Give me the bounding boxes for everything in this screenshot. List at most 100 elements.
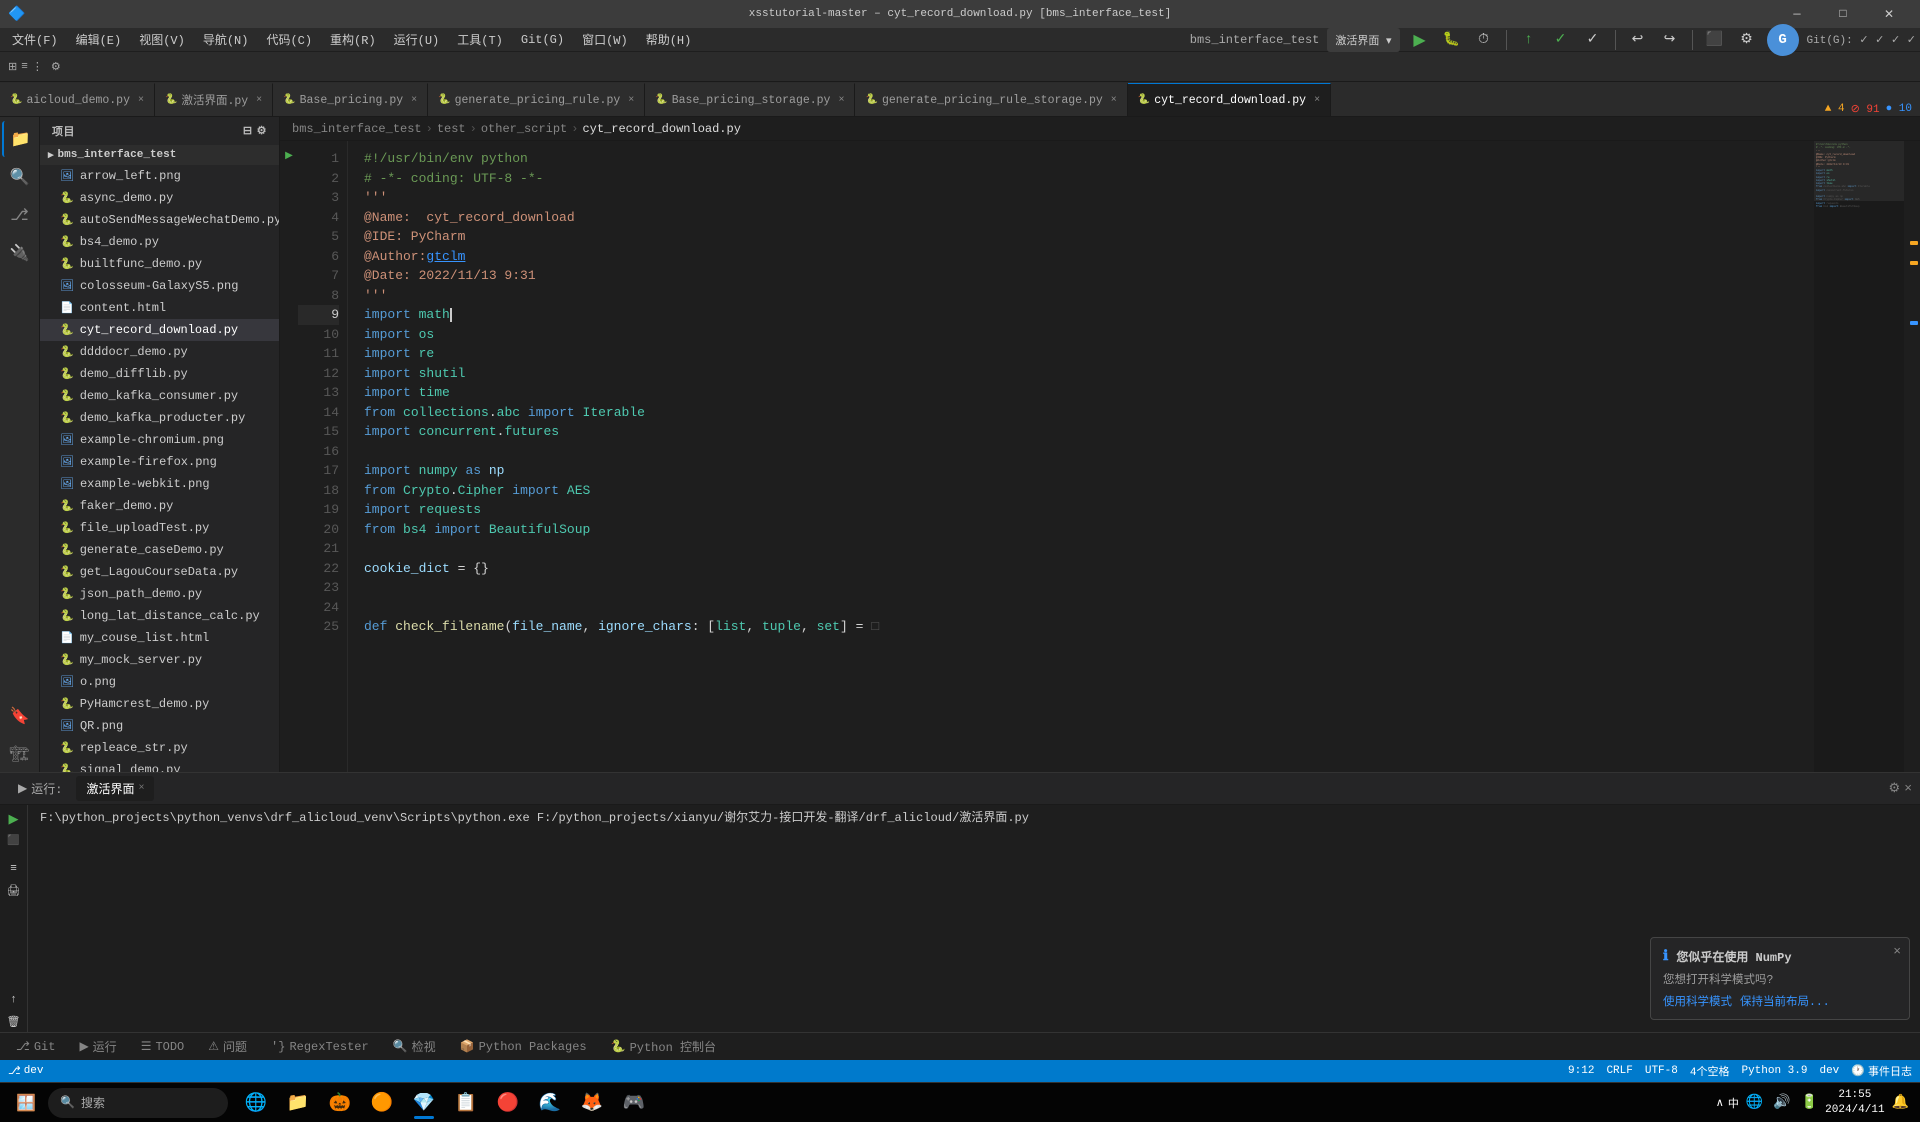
- tab-gen-pricing[interactable]: 🐍 generate_pricing_rule.py ×: [428, 83, 645, 116]
- git-update-btn[interactable]: ↑: [1517, 28, 1541, 52]
- taskbar-app-6[interactable]: 🌊: [530, 1085, 570, 1121]
- debug-btn[interactable]: 🐛: [1440, 28, 1464, 52]
- bottom-tab-console[interactable]: 🐍 Python 控制台: [603, 1035, 724, 1058]
- run-scroll-btn[interactable]: ≡: [4, 859, 24, 879]
- tab-close-jihuojie[interactable]: ×: [256, 95, 262, 106]
- bottom-tab-run[interactable]: ▶ 运行: [71, 1035, 124, 1058]
- menu-edit[interactable]: 编辑(E): [68, 29, 130, 50]
- file-qr[interactable]: 🖼 QR.png: [40, 715, 279, 737]
- run-down-btn[interactable]: 🗑: [4, 1012, 24, 1032]
- file-my-couse[interactable]: 📄 my_couse_list.html: [40, 627, 279, 649]
- file-my-mock[interactable]: 🐍 my_mock_server.py: [40, 649, 279, 671]
- charset-status[interactable]: UTF-8: [1645, 1065, 1678, 1077]
- git-branch-status[interactable]: ⎇ dev: [8, 1064, 44, 1078]
- breadcrumb-folder1[interactable]: test: [437, 122, 466, 136]
- panel-settings-icon[interactable]: ⚙: [1889, 781, 1901, 796]
- git-push-btn[interactable]: ✓: [1549, 28, 1573, 52]
- run-print-btn[interactable]: 🖨: [4, 881, 24, 901]
- git-commit-btn[interactable]: ✓: [1581, 28, 1605, 52]
- breadcrumb-project[interactable]: bms_interface_test: [292, 122, 422, 136]
- file-example-webkit[interactable]: 🖼 example-webkit.png: [40, 473, 279, 495]
- volume-icon[interactable]: 🔊: [1770, 1094, 1793, 1111]
- menu-help[interactable]: 帮助(H): [638, 29, 700, 50]
- notif-link-scientific[interactable]: 使用科学模式: [1663, 993, 1732, 1009]
- file-get-lagou[interactable]: 🐍 get_LagouCourseData.py: [40, 561, 279, 583]
- run-up-btn[interactable]: ↑: [4, 990, 24, 1010]
- undo-btn[interactable]: ↩: [1626, 28, 1650, 52]
- file-example-firefox[interactable]: 🖼 example-firefox.png: [40, 451, 279, 473]
- tab-gen-storage[interactable]: 🐍 generate_pricing_rule_storage.py ×: [855, 83, 1127, 116]
- taskbar-app-4[interactable]: 📋: [446, 1085, 486, 1121]
- file-async-demo[interactable]: 🐍 async_demo.py: [40, 187, 279, 209]
- network-icon[interactable]: 🌐: [1743, 1094, 1766, 1111]
- line-col-status[interactable]: 9:12: [1568, 1065, 1594, 1077]
- file-signal-demo[interactable]: 🐍 signal_demo.py: [40, 759, 279, 772]
- file-repleace-str[interactable]: 🐍 repleace_str.py: [40, 737, 279, 759]
- menu-run[interactable]: 运行(U): [386, 29, 448, 50]
- file-faker-demo[interactable]: 🐍 faker_demo.py: [40, 495, 279, 517]
- tab-base-storage[interactable]: 🐍 Base_pricing_storage.py ×: [645, 83, 855, 116]
- env-status[interactable]: dev: [1819, 1065, 1839, 1077]
- bottom-tab-inspect[interactable]: 🔍 检视: [385, 1035, 444, 1058]
- file-content-html[interactable]: 📄 content.html: [40, 297, 279, 319]
- menu-window[interactable]: 窗口(W): [574, 29, 636, 50]
- notification-close-button[interactable]: ×: [1893, 944, 1901, 959]
- file-example-chromium[interactable]: 🖼 example-chromium.png: [40, 429, 279, 451]
- menu-tools[interactable]: 工具(T): [449, 29, 511, 50]
- taskbar-app-browser[interactable]: 🌐: [236, 1085, 276, 1121]
- taskbar-search[interactable]: 🔍 搜索: [48, 1088, 228, 1118]
- file-colosseum[interactable]: 🖼 colosseum-GalaxyS5.png: [40, 275, 279, 297]
- explorer-settings-icon[interactable]: ⚙: [257, 124, 267, 138]
- sidebar-icon-git[interactable]: ⎇: [2, 197, 38, 233]
- taskbar-app-5[interactable]: 🔴: [488, 1085, 528, 1121]
- file-cyt-record[interactable]: 🐍 cyt_record_download.py: [40, 319, 279, 341]
- file-bs4-demo[interactable]: 🐍 bs4_demo.py: [40, 231, 279, 253]
- sidebar-icon-bookmark[interactable]: 🔖: [2, 698, 38, 734]
- sidebar-icon-explorer[interactable]: 📁: [2, 121, 38, 157]
- section-header-bms[interactable]: ▸ bms_interface_test: [40, 145, 279, 165]
- file-auto-send[interactable]: 🐍 autoSendMessageWechatDemo.py: [40, 209, 279, 231]
- user-avatar[interactable]: G: [1767, 24, 1799, 56]
- file-ddddocr[interactable]: 🐍 ddddocr_demo.py: [40, 341, 279, 363]
- tab-base-pricing[interactable]: 🐍 Base_pricing.py ×: [273, 83, 428, 116]
- menu-file[interactable]: 文件(F): [4, 29, 66, 50]
- file-demo-kafka-consumer[interactable]: 🐍 demo_kafka_consumer.py: [40, 385, 279, 407]
- taskbar-app-1[interactable]: 🎃: [320, 1085, 360, 1121]
- run-tab-close[interactable]: ×: [138, 783, 144, 794]
- file-long-lat[interactable]: 🐍 long_lat_distance_calc.py: [40, 605, 279, 627]
- taskbar-lang[interactable]: 中: [1728, 1095, 1739, 1111]
- file-file-upload[interactable]: 🐍 file_uploadTest.py: [40, 517, 279, 539]
- notif-link-keep[interactable]: 保持当前布局...: [1740, 993, 1830, 1009]
- file-arrow-left[interactable]: 🖼 arrow_left.png: [40, 165, 279, 187]
- taskbar-up-arrow[interactable]: ∧: [1716, 1096, 1724, 1110]
- sidebar-icon-plugins[interactable]: 🔌: [2, 235, 38, 271]
- sidebar-icon-structure[interactable]: 🏗: [2, 736, 38, 772]
- taskbar-app-2[interactable]: 🟠: [362, 1085, 402, 1121]
- taskbar-app-7[interactable]: 🦊: [572, 1085, 612, 1121]
- menu-refactor[interactable]: 重构(R): [322, 29, 384, 50]
- sidebar-icon-search[interactable]: 🔍: [2, 159, 38, 195]
- stop-btn[interactable]: ⬛: [1703, 28, 1727, 52]
- run-tab-jihuojie[interactable]: 激活界面 ×: [76, 776, 154, 801]
- file-demo-difflib[interactable]: 🐍 demo_difflib.py: [40, 363, 279, 385]
- run-resume-btn[interactable]: ▶: [4, 809, 24, 829]
- bottom-tab-todo[interactable]: ☰ TODO: [133, 1036, 193, 1057]
- tab-close-base-pricing[interactable]: ×: [411, 95, 417, 106]
- tab-close-gen-storage[interactable]: ×: [1111, 95, 1117, 106]
- breadcrumb-file[interactable]: cyt_record_download.py: [582, 122, 740, 136]
- taskbar-app-explorer[interactable]: 📁: [278, 1085, 318, 1121]
- tab-close-cyt-record[interactable]: ×: [1314, 95, 1320, 106]
- tab-close-gen-pricing[interactable]: ×: [628, 95, 634, 106]
- start-button[interactable]: 🪟: [8, 1085, 44, 1121]
- tab-cyt-record[interactable]: 🐍 cyt_record_download.py ×: [1128, 83, 1331, 116]
- code-editor[interactable]: #!/usr/bin/env python # -*- coding: UTF-…: [348, 141, 1814, 772]
- redo-btn[interactable]: ↪: [1658, 28, 1682, 52]
- file-demo-kafka-producter[interactable]: 🐍 demo_kafka_producter.py: [40, 407, 279, 429]
- run-config-btn[interactable]: 激活界面 ▾: [1327, 28, 1399, 52]
- run-tab-run[interactable]: ▶ 运行:: [8, 776, 72, 801]
- bottom-tab-git[interactable]: ⎇ Git: [8, 1036, 63, 1057]
- save-date-btn[interactable]: 🕐 事件日志: [1851, 1063, 1912, 1079]
- file-json-path[interactable]: 🐍 json_path_demo.py: [40, 583, 279, 605]
- menu-navigate[interactable]: 导航(N): [195, 29, 257, 50]
- explorer-collapse-icon[interactable]: ⊟: [243, 124, 253, 138]
